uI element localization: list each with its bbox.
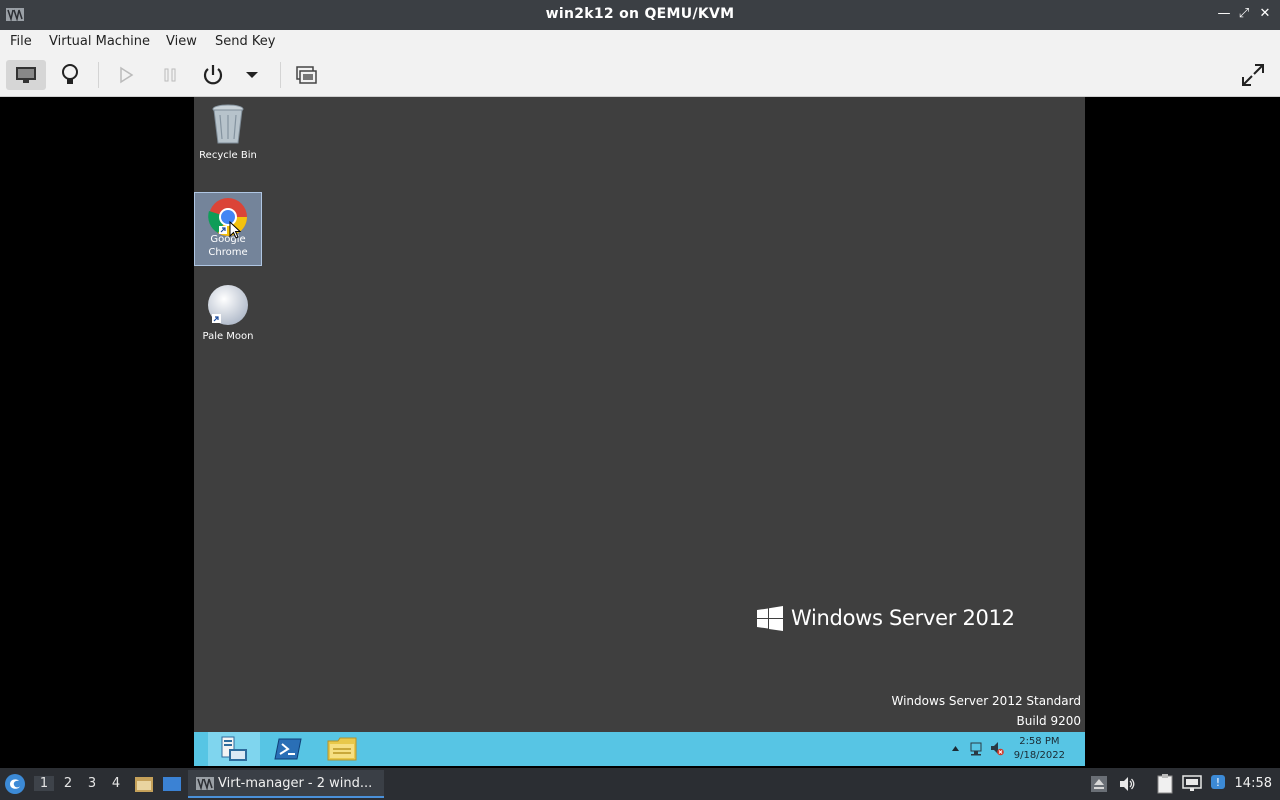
taskbar-file-explorer[interactable]: [316, 732, 368, 766]
show-hidden-icons-icon[interactable]: [951, 745, 960, 752]
desktop-icon-recycle-bin[interactable]: Recycle Bin: [194, 103, 262, 162]
network-icon[interactable]: [969, 742, 983, 756]
desktop-icon-pale-moon[interactable]: Pale Moon: [194, 284, 262, 343]
maximize-button[interactable]: ⤢: [1236, 6, 1252, 22]
vm-taskbar: 2:58 PM 9/18/2022: [194, 732, 1085, 766]
workspace-1[interactable]: 1: [34, 776, 54, 791]
workspace-2[interactable]: 2: [58, 776, 78, 791]
windows-logo-icon: [757, 606, 783, 631]
pause-button[interactable]: [155, 60, 185, 90]
vm-clock[interactable]: 2:58 PM 9/18/2022: [1014, 735, 1065, 763]
chrome-icon: [208, 198, 247, 236]
recycle-bin-icon: [212, 104, 244, 144]
desktop-icon[interactable]: [162, 775, 182, 793]
vm-display[interactable]: Recycle Bin Google Chrome Pale Moon Wind…: [194, 97, 1085, 766]
host-clock[interactable]: 14:58: [1235, 776, 1272, 791]
desktop-icon-label: Pale Moon: [202, 331, 254, 342]
clock-time: 2:58 PM: [1019, 736, 1060, 747]
desktop-icon-google-chrome[interactable]: Google Chrome: [194, 192, 262, 266]
task-label: Virt-manager - 2 wind...: [218, 776, 373, 791]
shutdown-menu-button[interactable]: [237, 60, 267, 90]
file-manager-icon[interactable]: [134, 775, 154, 793]
window-title: win2k12 on QEMU/KVM: [545, 6, 735, 22]
update-notifier-icon[interactable]: !: [1210, 774, 1226, 790]
powershell-icon: [274, 738, 302, 760]
mouse-cursor-icon: [229, 221, 241, 239]
logo-text: Windows Server 2012: [791, 606, 1015, 630]
close-button[interactable]: ✕: [1257, 6, 1273, 22]
desktop-icon-label: Recycle Bin: [199, 150, 257, 161]
volume-muted-icon[interactable]: [990, 741, 1004, 756]
menu-view[interactable]: View: [166, 34, 197, 49]
power-icon: [203, 65, 223, 85]
fullscreen-icon: [1242, 64, 1264, 86]
console-view-button[interactable]: [6, 60, 46, 90]
virt-manager-icon: [196, 777, 214, 790]
pause-icon: [164, 68, 176, 82]
file-explorer-icon: [327, 737, 357, 761]
windows-server-logo: Windows Server 2012: [757, 606, 1015, 636]
window-titlebar: win2k12 on QEMU/KVM — ⤢ ✕: [0, 0, 1280, 30]
toolbar-separator: [280, 62, 281, 88]
taskbar-virt-manager[interactable]: Virt-manager - 2 wind...: [188, 770, 384, 798]
monitor-icon: [16, 67, 36, 83]
svg-text:!: !: [1216, 776, 1220, 789]
taskbar-powershell[interactable]: [262, 732, 314, 766]
menu-file[interactable]: File: [10, 34, 32, 49]
toolbar-separator: [98, 62, 99, 88]
menu-virtual-machine[interactable]: Virtual Machine: [49, 34, 150, 49]
fullscreen-button[interactable]: [1238, 60, 1268, 90]
start-menu-icon[interactable]: [4, 773, 26, 795]
workspace-4[interactable]: 4: [106, 776, 126, 791]
details-view-button[interactable]: [55, 60, 85, 90]
workspace-3[interactable]: 3: [82, 776, 102, 791]
chevron-down-icon: [246, 72, 258, 78]
eject-icon[interactable]: [1090, 775, 1108, 793]
volume-icon[interactable]: [1118, 775, 1136, 793]
minimize-button[interactable]: —: [1216, 6, 1232, 22]
taskbar-server-manager[interactable]: [208, 732, 260, 766]
shutdown-button[interactable]: [198, 60, 228, 90]
menu-send-key[interactable]: Send Key: [215, 34, 275, 49]
clock-date: 9/18/2022: [1013, 750, 1065, 761]
clipboard-icon[interactable]: [1156, 774, 1174, 794]
lightbulb-icon: [62, 64, 78, 84]
snapshots-button[interactable]: [291, 60, 321, 90]
server-manager-icon: [221, 736, 247, 761]
desktop-icon-label: Google Chrome: [208, 234, 248, 258]
pale-moon-icon: [208, 285, 248, 325]
watermark-edition: Windows Server 2012 Standard: [891, 694, 1082, 708]
watermark-build: Build 9200: [1016, 714, 1081, 728]
menu-bar: File Virtual Machine View Send Key: [0, 30, 1280, 54]
host-panel: 1 2 3 4 Virt-manager - 2 wind... ! 14:58: [0, 768, 1280, 800]
network-icon[interactable]: [1182, 775, 1202, 793]
toolbar: [0, 54, 1280, 97]
snapshots-icon: [296, 66, 317, 84]
run-button[interactable]: [111, 60, 141, 90]
play-icon: [120, 66, 134, 84]
